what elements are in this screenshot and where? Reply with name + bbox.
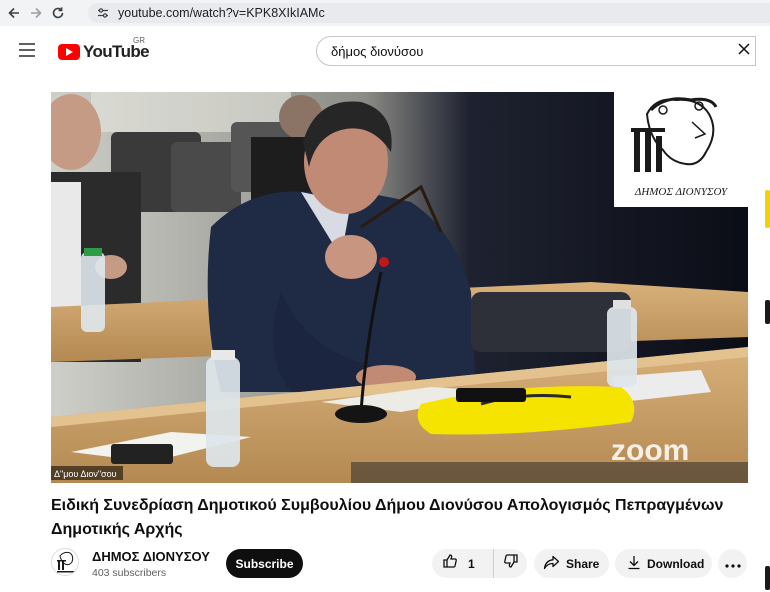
- channel-avatar[interactable]: [51, 548, 79, 576]
- video-player[interactable]: ΔΗΜΟΣ ΔΙΟΝΥΣΟΥ zoom Δ"μου Διον"σου: [51, 92, 748, 483]
- more-horizontal-icon: [724, 555, 741, 573]
- like-button[interactable]: 1: [432, 549, 494, 578]
- logo-caption: ΔΗΜΟΣ ΔΙΟΝΥΣΟΥ: [634, 186, 729, 198]
- forward-arrow-icon[interactable]: [25, 2, 47, 24]
- share-label: Share: [566, 556, 600, 571]
- download-label: Download: [647, 556, 705, 571]
- subscriber-count: 403 subscribers: [92, 567, 167, 579]
- share-arrow-icon: [543, 555, 560, 573]
- like-dislike-group: 1: [432, 549, 527, 578]
- youtube-header: YouTube GR δήμος διονύσου: [0, 26, 770, 74]
- browser-toolbar: youtube.com/watch?v=KPK8XIkIAMc: [0, 0, 770, 26]
- video-title: Ειδική Συνεδρίαση Δημοτικού Συμβουλίου Δ…: [51, 497, 724, 538]
- logo-text: YouTube: [83, 42, 150, 61]
- channel-name[interactable]: ΔΗΜΟΣ ΔΙΟΝΥΣΟΥ: [92, 549, 210, 564]
- more-actions-button[interactable]: [718, 549, 747, 578]
- subscribe-button[interactable]: Subscribe: [226, 549, 303, 578]
- suggestion-thumbnail-edge[interactable]: [765, 190, 770, 228]
- clear-search-icon[interactable]: [735, 40, 753, 58]
- back-arrow-icon[interactable]: [3, 2, 25, 24]
- url-text: youtube.com/watch?v=KPK8XIkIAMc: [118, 6, 325, 20]
- reload-icon[interactable]: [47, 2, 69, 24]
- download-icon: [627, 555, 641, 573]
- play-logo-icon: [58, 44, 80, 60]
- site-settings-icon[interactable]: [96, 6, 110, 20]
- participant-name-overlay: Δ"μου Διον"σου: [54, 469, 117, 479]
- search-input[interactable]: δήμος διονύσου: [316, 36, 756, 66]
- country-code: GR: [133, 36, 145, 45]
- suggestion-thumbnail-edge[interactable]: [765, 300, 770, 324]
- like-count: 1: [468, 556, 475, 571]
- hamburger-menu-icon[interactable]: [19, 43, 35, 57]
- video-frame: ΔΗΜΟΣ ΔΙΟΝΥΣΟΥ zoom Δ"μου Διον"σου: [51, 92, 748, 483]
- suggestion-thumbnail-edge[interactable]: [765, 566, 770, 590]
- youtube-logo[interactable]: YouTube GR: [58, 36, 150, 62]
- share-button[interactable]: Share: [534, 549, 609, 578]
- address-bar[interactable]: youtube.com/watch?v=KPK8XIkIAMc: [88, 3, 770, 23]
- download-button[interactable]: Download: [615, 549, 712, 578]
- dislike-button[interactable]: [494, 549, 527, 578]
- search-query: δήμος διονύσου: [331, 43, 424, 59]
- thumbs-up-icon: [442, 553, 458, 574]
- zoom-watermark: zoom: [611, 434, 689, 467]
- thumbs-down-icon: [503, 553, 519, 574]
